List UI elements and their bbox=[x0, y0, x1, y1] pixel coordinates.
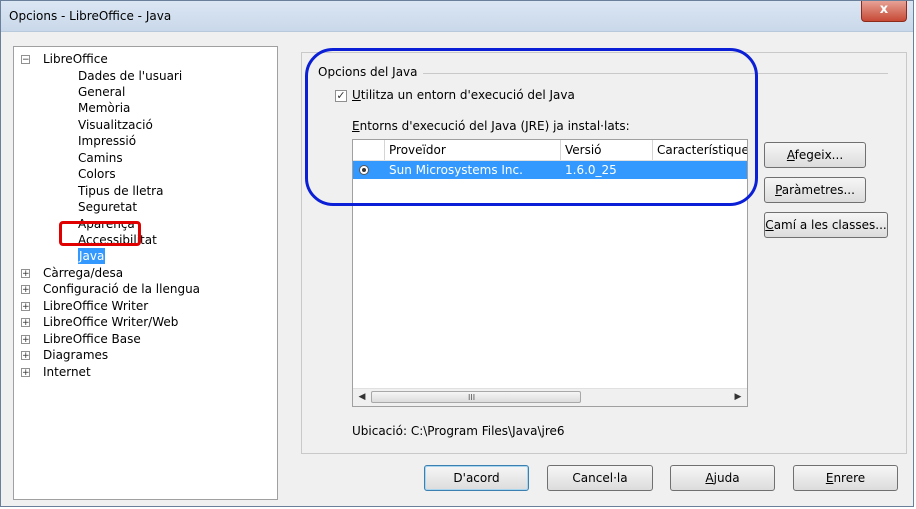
tree-item-label: Visualització bbox=[78, 118, 153, 132]
expand-icon[interactable]: + bbox=[21, 285, 30, 295]
tree-root-label: LibreOffice Writer bbox=[43, 299, 149, 313]
tree-item-security[interactable]: Seguretat bbox=[14, 199, 277, 215]
annotation-ellipse bbox=[305, 48, 758, 206]
scroll-right-icon[interactable]: ▶ bbox=[731, 391, 745, 404]
tree-item-colors[interactable]: Colors bbox=[14, 166, 277, 182]
options-dialog: Opcions - LibreOffice - Java x − LibreOf… bbox=[0, 0, 914, 507]
tree-root-label: LibreOffice Base bbox=[43, 332, 141, 346]
options-tree[interactable]: − LibreOffice Dades de l'usuari General … bbox=[13, 46, 278, 500]
expand-icon[interactable]: + bbox=[21, 351, 30, 361]
tree-item-view[interactable]: Visualització bbox=[14, 117, 277, 133]
tree-item-label: Memòria bbox=[78, 101, 131, 115]
scroll-left-icon[interactable]: ◀ bbox=[355, 391, 369, 404]
tree-root-internet[interactable]: + Internet bbox=[14, 364, 277, 380]
tree-root-label: Diagrames bbox=[43, 348, 109, 362]
expand-icon[interactable]: + bbox=[21, 368, 30, 378]
tree-item-paths[interactable]: Camins bbox=[14, 150, 277, 166]
tree-root-label: LibreOffice bbox=[43, 52, 108, 66]
tree-root-label: Configuració de la llengua bbox=[43, 282, 201, 296]
tree-item-label: General bbox=[78, 85, 126, 99]
scroll-thumb[interactable]: III bbox=[371, 391, 581, 403]
expand-icon[interactable]: + bbox=[21, 269, 30, 279]
tree-root-charts[interactable]: + Diagrames bbox=[14, 347, 277, 363]
jre-location: Ubicació: C:\Program Files\Java\jre6 bbox=[352, 424, 565, 438]
tree-root-writer[interactable]: + LibreOffice Writer bbox=[14, 298, 277, 314]
expand-icon[interactable]: + bbox=[21, 302, 30, 312]
tree-root-label: Internet bbox=[43, 365, 91, 379]
tree-item-label: Impressió bbox=[78, 134, 137, 148]
tree-root-label: LibreOffice Writer/Web bbox=[43, 315, 179, 329]
ok-button[interactable]: D'acord bbox=[424, 465, 529, 491]
tree-root-base[interactable]: + LibreOffice Base bbox=[14, 331, 277, 347]
tree-item-label: Dades de l'usuari bbox=[78, 69, 183, 83]
thumb-grip-icon: III bbox=[468, 393, 476, 402]
tree-root-writer-web[interactable]: + LibreOffice Writer/Web bbox=[14, 314, 277, 330]
collapse-icon[interactable]: − bbox=[21, 55, 30, 65]
tree-item-java[interactable]: Java bbox=[14, 248, 277, 264]
classpath-button[interactable]: Camí a les classes... bbox=[764, 212, 888, 238]
annotation-highlight-java bbox=[59, 221, 141, 246]
tree-item-user-data[interactable]: Dades de l'usuari bbox=[14, 68, 277, 84]
parameters-button[interactable]: Paràmetres... bbox=[764, 177, 866, 203]
expand-icon[interactable]: + bbox=[21, 335, 30, 345]
tree-item-appearance[interactable]: Aparença bbox=[14, 216, 277, 232]
window-title: Opcions - LibreOffice - Java bbox=[9, 9, 172, 23]
close-button[interactable]: x bbox=[861, 1, 907, 22]
tree-root-label: Càrrega/desa bbox=[43, 266, 124, 280]
add-button[interactable]: Afegeix... bbox=[764, 142, 866, 168]
tree-item-label: Camins bbox=[78, 151, 123, 165]
help-button[interactable]: Ajuda bbox=[670, 465, 775, 491]
tree-root-libreoffice[interactable]: − LibreOffice bbox=[14, 51, 277, 67]
tree-item-label: Tipus de lletra bbox=[78, 184, 164, 198]
tree-item-label: Seguretat bbox=[78, 200, 138, 214]
tree-root-load-save[interactable]: + Càrrega/desa bbox=[14, 265, 277, 281]
expand-icon[interactable]: + bbox=[21, 318, 30, 328]
tree-item-label-selected: Java bbox=[78, 248, 106, 264]
tree-item-print[interactable]: Impressió bbox=[14, 133, 277, 149]
tree-item-accessibility[interactable]: Accessibilitat bbox=[14, 232, 277, 248]
tree-item-general[interactable]: General bbox=[14, 84, 277, 100]
tree-item-label: Colors bbox=[78, 167, 116, 181]
tree-root-language-settings[interactable]: + Configuració de la llengua bbox=[14, 281, 277, 297]
cancel-button[interactable]: Cancel·la bbox=[547, 465, 653, 491]
tree-item-fonts[interactable]: Tipus de lletra bbox=[14, 183, 277, 199]
tree-item-memory[interactable]: Memòria bbox=[14, 100, 277, 116]
back-button[interactable]: Enrere bbox=[793, 465, 898, 491]
title-bar: Opcions - LibreOffice - Java x bbox=[1, 1, 913, 32]
horizontal-scrollbar[interactable]: ◀ III ▶ bbox=[353, 388, 747, 406]
